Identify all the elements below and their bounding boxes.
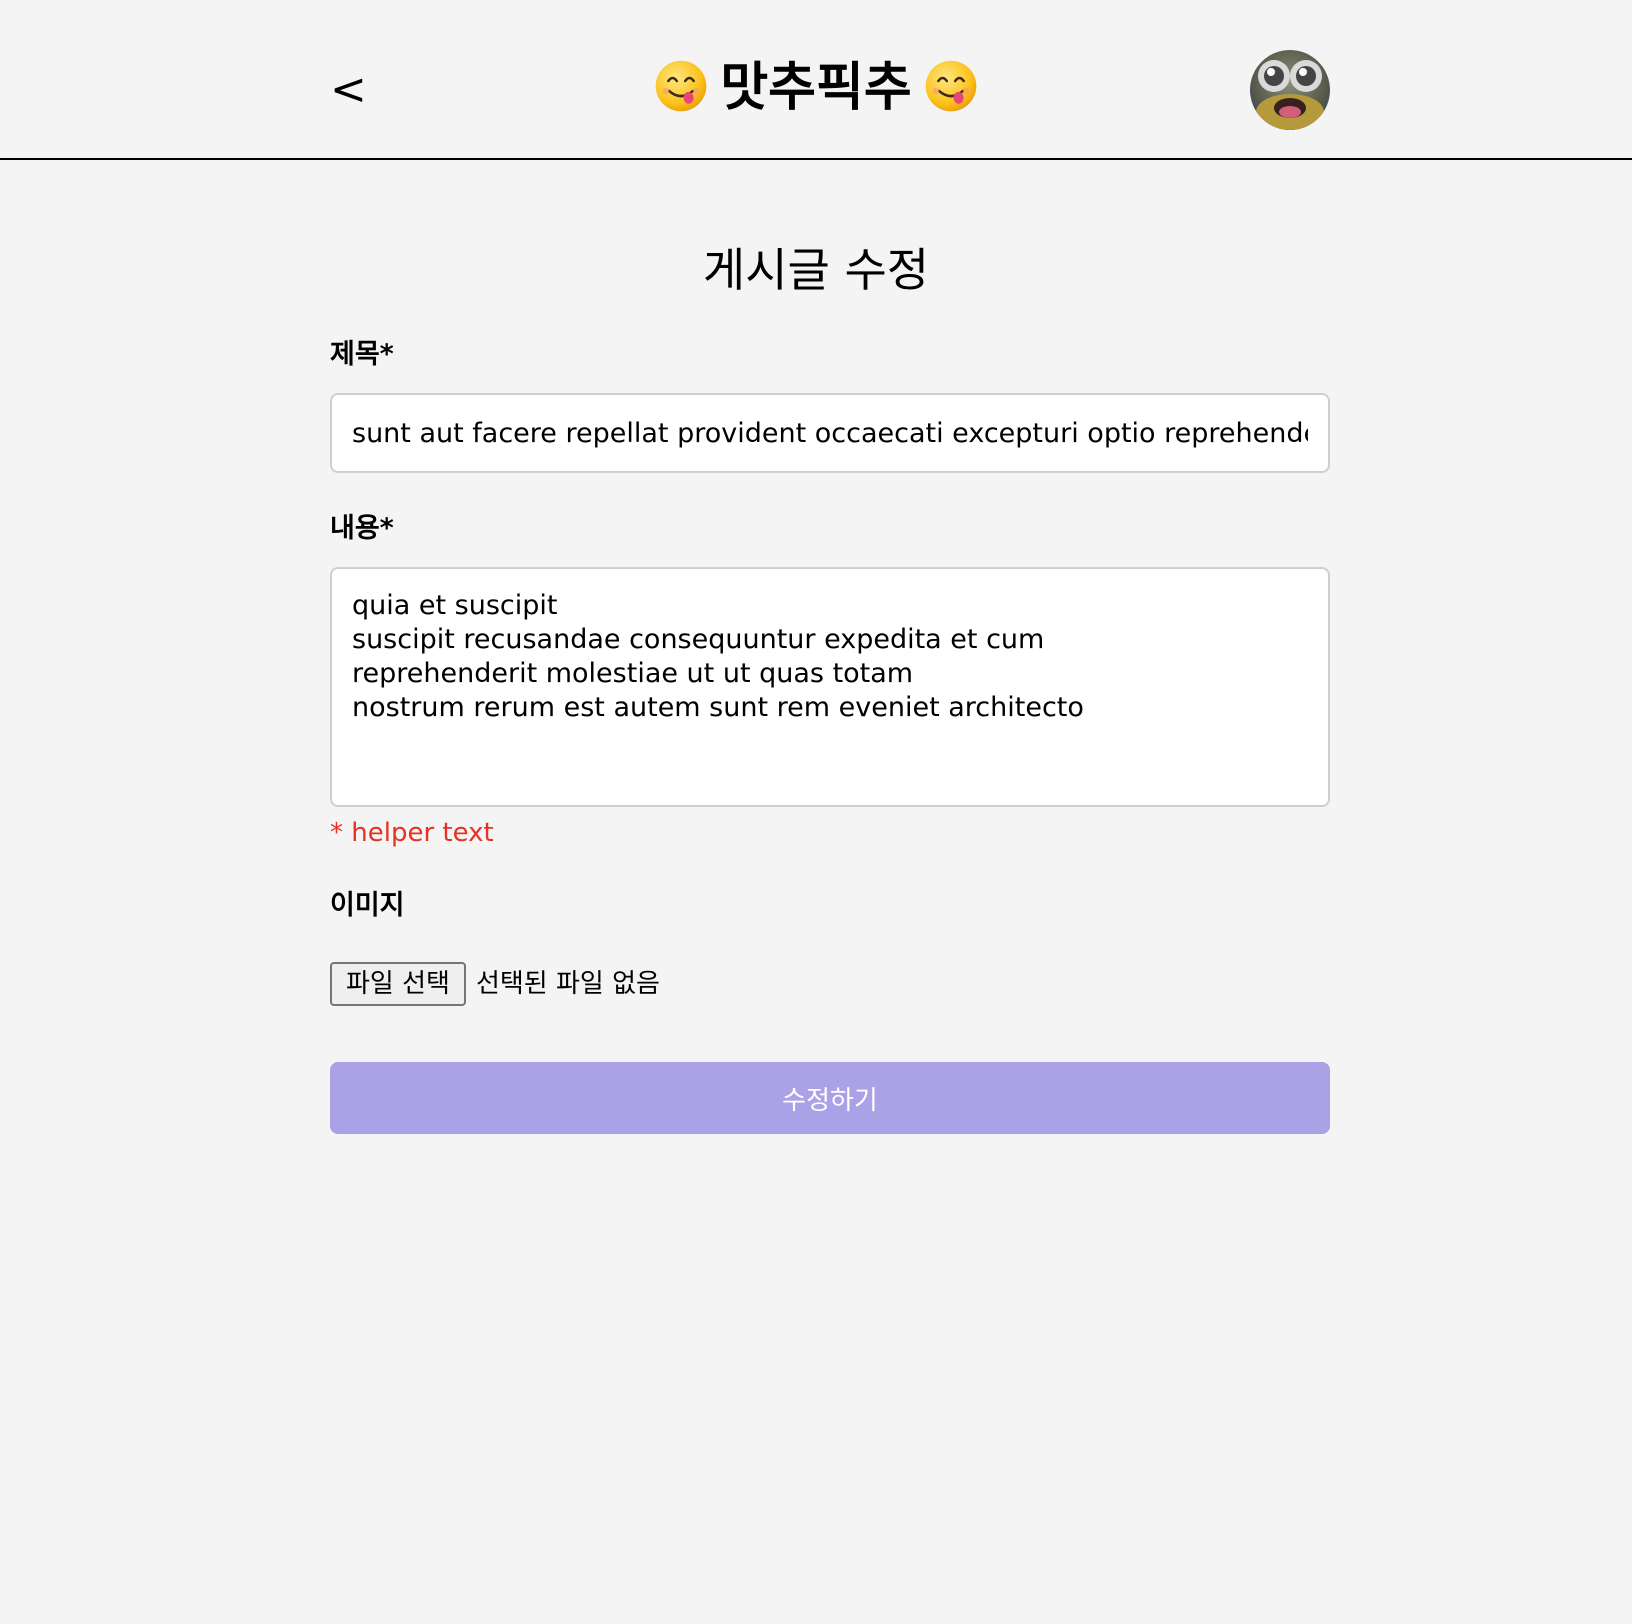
file-select-button[interactable]: 파일 선택	[330, 962, 466, 1006]
title-label: 제목*	[330, 339, 394, 370]
file-input: 파일 선택 선택된 파일 없음	[330, 962, 660, 1006]
page-title: 게시글 수정	[702, 243, 930, 297]
helper-text: * helper text	[330, 818, 494, 848]
yum-face-left-icon	[656, 60, 707, 112]
brand-title-group: 맛추픽추	[0, 52, 1632, 124]
content-textarea[interactable]	[330, 567, 1330, 807]
brand-title: 맛추픽추	[720, 58, 912, 118]
content-label: 내용*	[330, 513, 394, 544]
yum-face-right-icon	[925, 60, 976, 112]
avatar-icon	[1250, 50, 1330, 130]
submit-edit-button[interactable]: 수정하기	[330, 1062, 1330, 1134]
image-label: 이미지	[330, 890, 405, 921]
profile-avatar[interactable]	[1250, 50, 1330, 130]
file-status: 선택된 파일 없음	[475, 969, 660, 999]
app-header: < 맛추픽추	[0, 0, 1632, 160]
title-input[interactable]	[330, 393, 1330, 473]
